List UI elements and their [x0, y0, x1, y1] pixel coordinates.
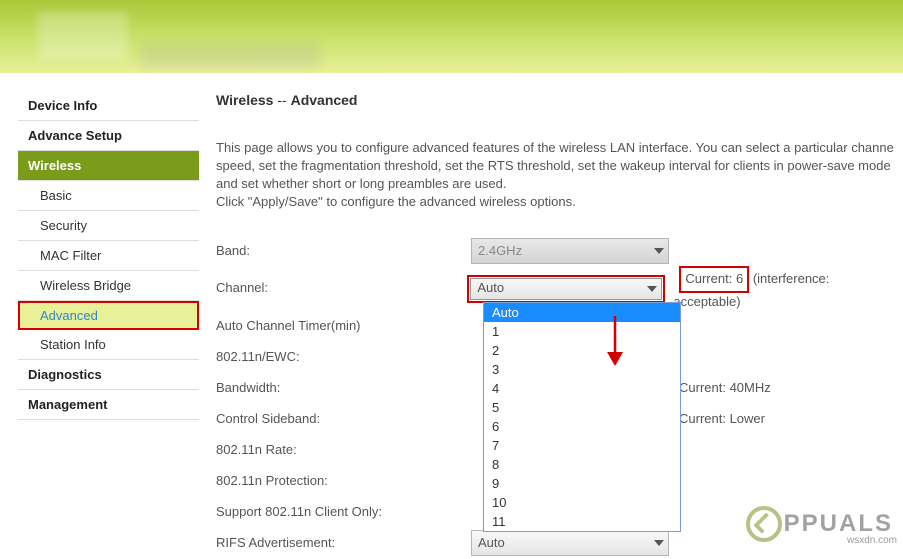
sidebar-item-management[interactable]: Management: [18, 390, 199, 420]
ewc-label: 802.11n/EWC:: [216, 348, 471, 366]
page-title-page: Advanced: [291, 92, 358, 108]
client-only-label: Support 802.11n Client Only:: [216, 503, 471, 521]
dropdown-item-7[interactable]: 7: [484, 436, 680, 455]
sideband-label: Control Sideband:: [216, 410, 471, 428]
caret-down-icon: [654, 540, 664, 546]
bandwidth-label: Bandwidth:: [216, 379, 471, 397]
sidebar-item-wireless-bridge[interactable]: Wireless Bridge: [18, 271, 199, 301]
band-select[interactable]: 2.4GHz: [471, 238, 669, 264]
dropdown-item-2[interactable]: 2: [484, 341, 680, 360]
sidebar-item-diagnostics[interactable]: Diagnostics: [18, 360, 199, 390]
dropdown-item-4[interactable]: 4: [484, 379, 680, 398]
dropdown-item-11[interactable]: 11: [484, 512, 680, 531]
dropdown-item-auto[interactable]: Auto: [484, 303, 680, 322]
channel-current-highlight: Current: 6: [679, 266, 749, 292]
protection-label: 802.11n Protection:: [216, 472, 471, 490]
page-title: Wireless -- Advanced: [216, 91, 897, 111]
rate-label: 802.11n Rate:: [216, 441, 471, 459]
sidebar-item-wireless[interactable]: Wireless: [18, 151, 199, 181]
sidebar: Device Info Advance Setup Wireless Basic…: [0, 73, 202, 559]
dropdown-item-6[interactable]: 6: [484, 417, 680, 436]
channel-select-highlight: Auto: [467, 275, 665, 303]
sidebar-item-basic[interactable]: Basic: [18, 181, 199, 211]
bandwidth-current: Current: 40MHz: [671, 379, 771, 397]
dropdown-item-10[interactable]: 10: [484, 493, 680, 512]
sidebar-item-mac-filter[interactable]: MAC Filter: [18, 241, 199, 271]
dropdown-item-5[interactable]: 5: [484, 398, 680, 417]
dropdown-item-9[interactable]: 9: [484, 474, 680, 493]
header-banner: [0, 0, 903, 73]
channel-dropdown: Auto 1 2 3 4 5 6 7 8 9 10 11: [483, 302, 681, 532]
dropdown-item-1[interactable]: 1: [484, 322, 680, 341]
auto-channel-timer-label: Auto Channel Timer(min): [216, 317, 471, 335]
channel-label: Channel:: [216, 279, 467, 297]
tagline-blur: [140, 44, 320, 68]
rifs-select[interactable]: Auto: [471, 530, 669, 556]
page-description: This page allows you to configure advanc…: [216, 139, 897, 212]
sidebar-item-advanced[interactable]: Advanced: [18, 301, 199, 330]
logo-blur: [38, 12, 128, 60]
sidebar-item-advance-setup[interactable]: Advance Setup: [18, 121, 199, 151]
watermark-url: wsxdn.com: [847, 535, 897, 546]
dropdown-item-8[interactable]: 8: [484, 455, 680, 474]
band-label: Band:: [216, 242, 471, 260]
sideband-current: Current: Lower: [671, 410, 765, 428]
sidebar-item-device-info[interactable]: Device Info: [18, 91, 199, 121]
sidebar-item-station-info[interactable]: Station Info: [18, 330, 199, 360]
page-title-section: Wireless: [216, 92, 273, 108]
watermark-check-icon: [746, 506, 782, 542]
channel-select[interactable]: Auto: [470, 278, 662, 300]
rifs-label: RIFS Advertisement:: [216, 534, 471, 552]
dropdown-item-3[interactable]: 3: [484, 360, 680, 379]
sidebar-item-security[interactable]: Security: [18, 211, 199, 241]
caret-down-icon: [654, 248, 664, 254]
caret-down-icon: [647, 286, 657, 292]
